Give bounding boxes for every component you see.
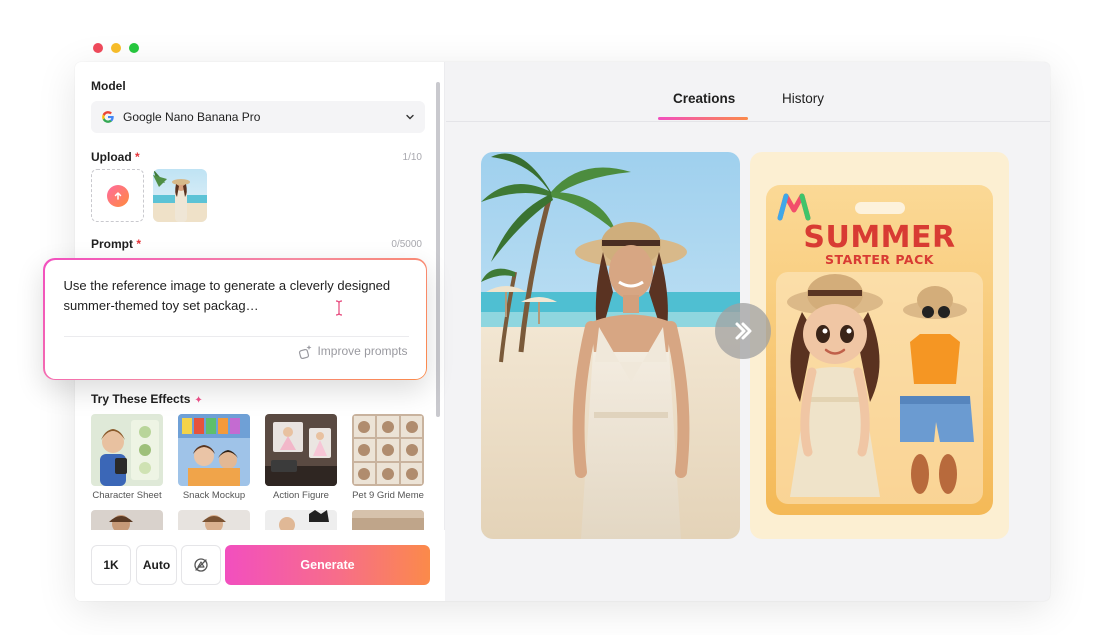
effect-thumbnail[interactable] <box>265 510 337 530</box>
uploaded-image-thumbnail[interactable] <box>153 169 207 222</box>
effect-snack-mockup[interactable]: Snack Mockup <box>178 414 250 501</box>
prompt-editor-inner: Use the reference image to generate a cl… <box>44 259 426 379</box>
resolution-select[interactable]: 1K <box>91 545 131 585</box>
upload-label-text: Upload <box>91 150 132 164</box>
effect-label: Action Figure <box>273 490 329 501</box>
aspect-ratio-select[interactable]: Auto <box>136 545 177 585</box>
prompt-label: Prompt * <box>91 237 141 251</box>
pack-subtitle: STARTER PACK <box>825 252 934 267</box>
effect-thumbnail <box>265 414 337 486</box>
required-mark: * <box>136 237 142 251</box>
prompt-textarea[interactable]: Use the reference image to generate a cl… <box>64 276 394 316</box>
prompt-editor: Use the reference image to generate a cl… <box>43 258 427 380</box>
chevron-down-icon <box>406 114 414 120</box>
text-cursor-icon <box>335 299 342 316</box>
prompt-label-text: Prompt <box>91 237 133 251</box>
effect-pet-9-grid-meme[interactable]: Pet 9 Grid Meme <box>352 414 424 501</box>
effects-grid-row-2 <box>91 510 425 530</box>
compare-arrow[interactable] <box>715 303 771 359</box>
generate-bar: 1K Auto Generate <box>75 530 445 601</box>
effect-thumbnail[interactable] <box>91 510 163 530</box>
effects-grid: Character Sheet Snack Mockup Action Figu… <box>91 414 425 501</box>
improve-prompts-label: Improve prompts <box>317 344 408 358</box>
effect-label: Snack Mockup <box>182 490 246 501</box>
prompt-count: 0/5000 <box>391 239 422 250</box>
result-tabs: Creations History <box>446 62 1050 122</box>
watermark-toggle[interactable] <box>181 545 221 585</box>
effect-thumbnail <box>91 414 163 486</box>
active-tab-indicator <box>658 117 748 120</box>
minimize-dot[interactable] <box>111 43 121 53</box>
generated-toy-pack: SUMMER STARTER PACK <box>750 152 1009 539</box>
generate-button[interactable]: Generate <box>225 545 430 585</box>
chevron-right-double-icon <box>735 322 752 340</box>
effect-thumbnail[interactable] <box>352 510 424 530</box>
upload-count: 1/10 <box>402 152 422 163</box>
close-dot[interactable] <box>93 43 103 53</box>
tab-creations[interactable]: Creations <box>673 91 735 106</box>
window-controls <box>93 43 139 53</box>
effect-thumbnail <box>352 414 424 486</box>
effects-title-text: Try These Effects <box>91 392 191 406</box>
effect-action-figure[interactable]: Action Figure <box>265 414 337 501</box>
app-stage: Model Google Nano Banana Pro Upload * 1/… <box>0 0 1094 635</box>
upload-arrow-icon <box>106 184 129 207</box>
results-area: Creations History SUMMER STARTER PACK <box>446 62 1050 601</box>
effect-label: Character Sheet <box>92 490 162 501</box>
google-g-icon <box>102 111 114 123</box>
magic-wand-icon <box>299 344 312 359</box>
tab-history[interactable]: History <box>782 91 824 106</box>
effect-character-sheet[interactable]: Character Sheet <box>91 414 163 501</box>
prompt-divider <box>63 335 409 337</box>
effect-label: Pet 9 Grid Meme <box>352 490 424 501</box>
model-select[interactable]: Google Nano Banana Pro <box>91 101 425 133</box>
effect-thumbnail <box>178 414 250 486</box>
effect-thumbnail[interactable] <box>178 510 250 530</box>
model-value: Google Nano Banana Pro <box>123 110 261 124</box>
no-watermark-icon <box>194 558 208 572</box>
upload-label: Upload * <box>91 150 140 164</box>
maximize-dot[interactable] <box>129 43 139 53</box>
effects-title: Try These Effects ✦ <box>91 392 203 406</box>
improve-prompts-button[interactable]: Improve prompts <box>298 344 408 359</box>
pack-title: SUMMER <box>803 220 956 255</box>
panel-scrollbar[interactable] <box>436 82 440 417</box>
upload-dropzone[interactable] <box>91 169 144 222</box>
sparkle-icon: ✦ <box>194 395 203 406</box>
model-label: Model <box>91 79 126 93</box>
required-mark: * <box>135 150 140 164</box>
source-photo <box>481 152 740 539</box>
